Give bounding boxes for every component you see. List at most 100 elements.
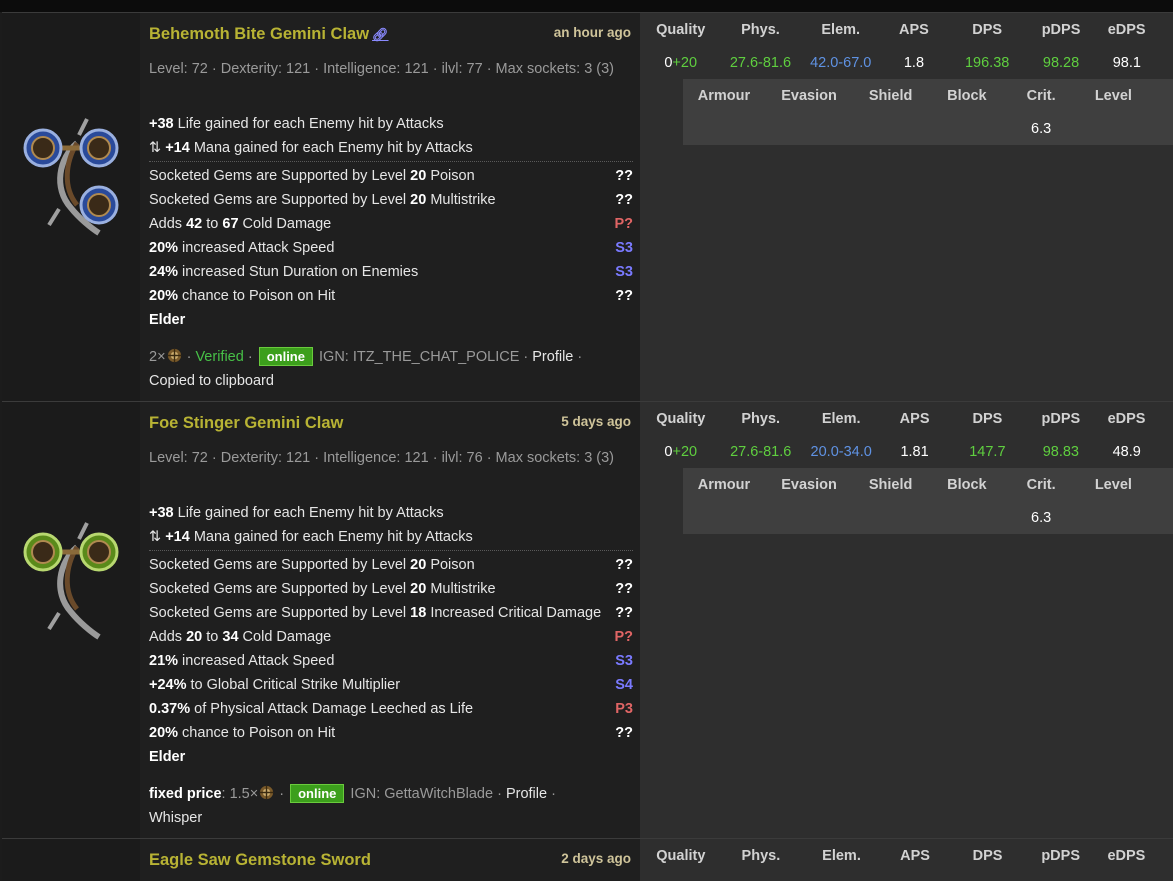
block-value	[928, 501, 1006, 534]
mod-tier-tag: P?	[614, 629, 633, 645]
col-level: Level	[1094, 87, 1132, 104]
col-evasion: Evasion	[781, 87, 837, 104]
item-name-text: Behemoth Bite Gemini Claw	[149, 25, 370, 43]
online-status-badge: online	[290, 784, 345, 803]
col-crit: Crit.	[1026, 87, 1056, 104]
col-crit: Crit.	[1026, 476, 1056, 493]
col-shield: Shield	[868, 476, 913, 493]
phys-value: 27.6-81.6	[730, 443, 792, 460]
col-edps: eDPS	[1107, 847, 1146, 864]
item-details: Foe Stinger Gemini Claw 5 days ago Level…	[140, 402, 640, 838]
seller-info: 2× · Verified · online IGN: ITZ_THE_CHAT…	[149, 347, 583, 389]
explicit-mod[interactable]: Adds 20 to 34 Cold Damage P?	[149, 625, 633, 649]
col-phys: Phys.	[741, 21, 780, 38]
shield-value	[853, 501, 928, 534]
gemini-claw-blue-sockets-icon[interactable]	[19, 113, 123, 243]
explicit-mod[interactable]: +24% to Global Critical Strike Multiplie…	[149, 673, 633, 697]
explicit-mod[interactable]: Socketed Gems are Supported by Level 20 …	[149, 164, 633, 188]
col-dps: DPS	[972, 847, 1003, 864]
seller-ign: IGN: ITZ_THE_CHAT_POLICE	[319, 349, 520, 365]
elem-value: 20.0-34.0	[810, 443, 872, 460]
mod-tier-tag: S3	[615, 653, 633, 669]
mod-tier-tag: P3	[615, 701, 633, 717]
col-elem: Elem.	[821, 410, 861, 427]
link-icon[interactable]: 🔗︎	[372, 27, 389, 42]
explicit-mod[interactable]: Socketed Gems are Supported by Level 20 …	[149, 553, 633, 577]
gemini-claw-green-sockets-icon[interactable]	[19, 517, 123, 647]
col-quality: Quality	[656, 21, 706, 38]
explicit-mod[interactable]: 0.37% of Physical Attack Damage Leeched …	[149, 697, 633, 721]
online-status-badge: online	[258, 347, 313, 366]
whisper-button[interactable]: Whisper	[149, 810, 202, 826]
result-row: Behemoth Bite Gemini Claw 🔗︎ an hour ago …	[2, 12, 1173, 401]
col-evasion: Evasion	[781, 476, 837, 493]
explicit-mod[interactable]: Socketed Gems are Supported by Level 20 …	[149, 577, 633, 601]
crit-value: 6.3	[1031, 509, 1052, 526]
profile-link[interactable]: Profile	[532, 349, 573, 365]
dps-stats-table: Quality Phys. Elem. APS DPS pDPS eDPS 0+…	[640, 402, 1173, 468]
mod-tier-tag: P?	[614, 216, 633, 232]
evasion-value	[765, 112, 853, 145]
implicit-mod: +38 Life gained for each Enemy hit by At…	[149, 116, 444, 132]
col-armour: Armour	[697, 87, 751, 104]
item-requirements: Level: 72 · Dexterity: 121 · Intelligenc…	[149, 450, 615, 466]
explicit-mod[interactable]: Socketed Gems are Supported by Level 18 …	[149, 601, 633, 625]
explicit-mod[interactable]: 20% chance to Poison on Hit??	[149, 721, 633, 745]
col-phys: Phys.	[741, 410, 781, 427]
mod-divider	[149, 161, 633, 162]
explicit-mod[interactable]: Socketed Gems are Supported by Level 20 …	[149, 188, 633, 212]
seller-info: fixed price: 1.5× · online IGN: GettaWit…	[149, 784, 556, 826]
explicit-mod[interactable]: 20% increased Attack Speed S3	[149, 236, 633, 260]
col-quality: Quality	[656, 410, 706, 427]
item-name[interactable]: Foe Stinger Gemini Claw	[149, 414, 343, 433]
edps-value: 48.9	[1112, 443, 1141, 460]
mod-tier-tag: ??	[615, 288, 633, 304]
mod-tier-tag: S3	[615, 264, 633, 280]
posted-time: 2 days ago	[561, 851, 631, 866]
swap-arrows-icon: ⇅	[149, 140, 166, 156]
col-pdps: pDPS	[1041, 410, 1081, 427]
edps-value: 98.1	[1112, 54, 1141, 71]
armour-value	[683, 501, 765, 534]
implicit-mod: ⇅ +14 Mana gained for each Enemy hit by …	[149, 140, 473, 156]
aps-value: 1.8	[903, 54, 925, 71]
profile-link[interactable]: Profile	[506, 786, 547, 802]
item-image-cell	[2, 13, 140, 401]
swap-arrows-icon: ⇅	[149, 529, 166, 545]
item-name[interactable]: Eagle Saw Gemstone Sword	[149, 851, 371, 870]
quality-value: 0+20	[664, 443, 698, 460]
col-dps: DPS	[972, 21, 1003, 38]
explicit-mod[interactable]: 21% increased Attack Speed S3	[149, 649, 633, 673]
item-details: Eagle Saw Gemstone Sword 2 days ago	[140, 839, 640, 881]
copied-to-clipboard-link[interactable]: Copied to clipboard	[149, 373, 274, 389]
level-value	[1076, 501, 1150, 534]
mod-tier-tag: ??	[615, 557, 633, 573]
explicit-mod[interactable]: 24% increased Stun Duration on Enemies S3	[149, 260, 633, 284]
level-value	[1076, 112, 1150, 145]
influence-label: Elder	[149, 749, 186, 765]
mod-tier-tag: ??	[615, 192, 633, 208]
stats-panel: Quality Phys. Elem. APS DPS pDPS eDPS 0+…	[640, 402, 1173, 838]
defence-stats-table: Armour Evasion Shield Block Crit. Level …	[683, 468, 1173, 534]
implicit-mod: +38 Life gained for each Enemy hit by At…	[149, 505, 444, 521]
pdps-value: 98.83	[1042, 443, 1079, 460]
mod-list: +38 Life gained for each Enemy hit by At…	[149, 501, 633, 769]
dps-value: 147.7	[969, 443, 1006, 460]
listing-count: 2×	[149, 349, 166, 365]
explicit-mod[interactable]: Adds 42 to 67 Cold Damage P?	[149, 212, 633, 236]
armour-value	[683, 112, 765, 145]
item-image-cell	[2, 402, 140, 838]
currency-orb-icon	[167, 348, 181, 363]
shield-value	[853, 112, 928, 145]
influence-label: Elder	[149, 312, 186, 328]
col-aps: APS	[900, 847, 930, 864]
block-value	[928, 112, 1006, 145]
item-details: Behemoth Bite Gemini Claw 🔗︎ an hour ago …	[140, 13, 640, 401]
pdps-value: 98.28	[1042, 54, 1080, 71]
crit-value: 6.3	[1031, 120, 1052, 137]
dps-value: 196.38	[964, 54, 1010, 71]
item-name[interactable]: Behemoth Bite Gemini Claw 🔗︎	[149, 25, 389, 44]
mod-tier-tag: ??	[615, 725, 633, 741]
dps-stats-table: Quality Phys. Elem. APS DPS pDPS eDPS 0+…	[640, 13, 1173, 79]
explicit-mod[interactable]: 20% chance to Poison on Hit??	[149, 284, 633, 308]
